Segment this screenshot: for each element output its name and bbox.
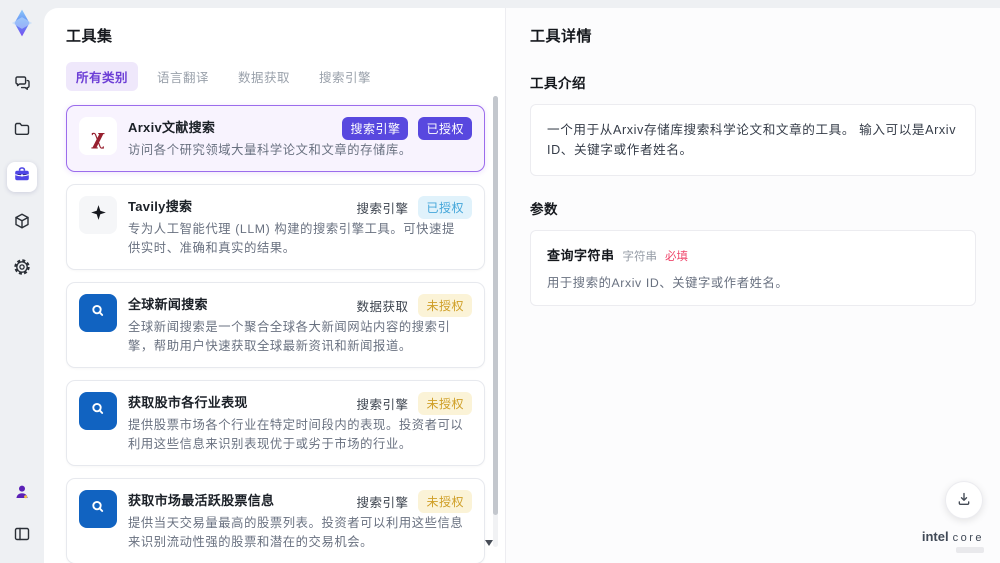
tool-icon [79, 294, 117, 333]
sidebar-item-account[interactable] [7, 479, 37, 509]
category-label: 搜索引擎 [356, 398, 409, 413]
category-tab-0[interactable]: 所有类别 [66, 62, 139, 91]
tool-badges: 搜索引擎 已授权 [342, 117, 472, 140]
status-badge: 未授权 [418, 294, 472, 318]
sidebar [0, 0, 44, 563]
param-type: 字符串 [622, 251, 658, 264]
sidebar-item-gear[interactable] [7, 254, 37, 284]
sidebar-item-folder[interactable] [7, 116, 37, 146]
panel-toggle-icon [12, 524, 32, 549]
page-title: 工具集 [66, 28, 113, 45]
tool-icon: χ [79, 117, 117, 155]
intel-sub-badge [956, 547, 984, 553]
tool-card[interactable]: χ Arxiv文献搜索 访问各个研究领域大量科学论文和文章的存储库。 搜索引擎 已授权 [66, 105, 485, 173]
toolbox-icon [12, 165, 32, 190]
tool-card[interactable]: Tavily搜索 专为人工智能代理 (LLM) 构建的搜索引擎工具。可快速提供实时… [66, 184, 485, 271]
cube-icon [12, 211, 32, 236]
category-tab-1[interactable]: 语言翻译 [147, 62, 219, 91]
detail-title: 工具详情 [530, 28, 593, 45]
sidebar-bottom [7, 479, 37, 551]
params-heading: 参数 [530, 202, 558, 218]
category-label: 搜索引擎 [356, 496, 409, 511]
intel-brand-text: intel [921, 529, 949, 544]
status-badge: 未授权 [418, 392, 472, 416]
user-icon [12, 482, 32, 507]
tool-description: 专为人工智能代理 (LLM) 构建的搜索引擎工具。可快速提供实时、准确和真实的结… [128, 222, 455, 256]
status-badge: 已授权 [418, 117, 472, 140]
category-label: 数据获取 [356, 300, 409, 315]
tool-list: χ Arxiv文献搜索 访问各个研究领域大量科学论文和文章的存储库。 搜索引擎 已授权 T… [66, 105, 485, 563]
folder-icon [12, 119, 32, 144]
download-icon [955, 490, 973, 511]
tool-badges: 搜索引擎 未授权 [356, 392, 472, 416]
scrollbar[interactable] [493, 96, 498, 547]
sidebar-item-collapse[interactable] [7, 521, 37, 551]
category-tabs: 所有类别 语言翻译 数据获取 搜索引擎 [66, 62, 485, 91]
sidebar-nav [7, 70, 37, 284]
category-tab-3[interactable]: 搜索引擎 [309, 62, 381, 91]
tool-icon [79, 196, 117, 235]
tool-description: 访问各个研究领域大量科学论文和文章的存储库。 [128, 143, 412, 157]
arxiv-logo-icon: χ [91, 123, 105, 149]
tool-badges: 数据获取 未授权 [356, 294, 472, 318]
tool-description: 提供股票市场各个行业在特定时间段内的表现。投资者可以利用这些信息来识别表现优于或… [128, 418, 464, 452]
main-panel: 工具集 所有类别 语言翻译 数据获取 搜索引擎 χ Arxiv文献搜索 访问各个研究领域大… [44, 8, 1000, 563]
search-glyph-icon [88, 497, 108, 522]
tool-badges: 搜索引擎 已授权 [356, 196, 472, 220]
param-list: 查询字符串 字符串 必填用于搜索的Arxiv ID、关键字或作者姓名。 [530, 230, 976, 307]
intro-heading: 工具介绍 [530, 76, 586, 91]
category-tab-2[interactable]: 数据获取 [228, 62, 300, 91]
param-header: 查询字符串 字符串 必填 [547, 245, 959, 264]
tavily-star-icon [89, 203, 108, 227]
param-card: 查询字符串 字符串 必填用于搜索的Arxiv ID、关键字或作者姓名。 [530, 230, 976, 307]
tool-detail-panel: 工具详情 工具介绍 一个用于从Arxiv存储库搜索科学论文和文章的工具。 输入可… [505, 8, 1000, 563]
chat-icon [12, 73, 32, 98]
param-name: 查询字符串 [547, 248, 615, 264]
tool-icon [79, 490, 117, 529]
status-badge: 已授权 [418, 196, 472, 220]
download-button[interactable] [945, 481, 983, 519]
sidebar-item-toolbox[interactable] [7, 162, 37, 192]
param-description: 用于搜索的Arxiv ID、关键字或作者姓名。 [547, 276, 789, 291]
category-label: 搜索引擎 [356, 202, 409, 217]
tool-description: 提供当天交易量最高的股票列表。投资者可以利用这些信息来识别流动性强的股票和潜在的… [128, 516, 464, 550]
app-logo-icon [7, 8, 37, 38]
sidebar-item-cube[interactable] [7, 208, 37, 238]
tool-description: 全球新闻搜索是一个聚合全球各大新闻网站内容的搜索引擎，帮助用户快速获取全球最新资… [128, 320, 451, 354]
scrollbar-thumb[interactable] [493, 96, 498, 516]
search-glyph-icon [88, 399, 108, 424]
intel-core-logo: intel core [922, 529, 984, 553]
tools-panel: 工具集 所有类别 语言翻译 数据获取 搜索引擎 χ Arxiv文献搜索 访问各个研究领域大… [44, 8, 505, 563]
tool-card[interactable]: 全球新闻搜索 全球新闻搜索是一个聚合全球各大新闻网站内容的搜索引擎，帮助用户快速获… [66, 282, 485, 369]
gear-icon [12, 257, 32, 282]
category-badge: 搜索引擎 [342, 117, 409, 140]
tool-icon [79, 392, 117, 431]
tool-intro-card: 一个用于从Arxiv存储库搜索科学论文和文章的工具。 输入可以是Arxiv ID… [530, 104, 976, 177]
sidebar-item-chat[interactable] [7, 70, 37, 100]
status-badge: 未授权 [418, 490, 472, 514]
search-glyph-icon [88, 301, 108, 326]
tool-card[interactable]: 获取市场最活跃股票信息 提供当天交易量最高的股票列表。投资者可以利用这些信息来识别… [66, 478, 485, 563]
scroll-down-arrow-icon[interactable] [485, 540, 493, 546]
core-brand-text: core [952, 532, 984, 544]
tool-badges: 搜索引擎 未授权 [356, 490, 472, 514]
tool-card[interactable]: 获取股市各行业表现 提供股票市场各个行业在特定时间段内的表现。投资者可以利用这些信… [66, 380, 485, 467]
param-required-flag: 必填 [665, 251, 689, 264]
